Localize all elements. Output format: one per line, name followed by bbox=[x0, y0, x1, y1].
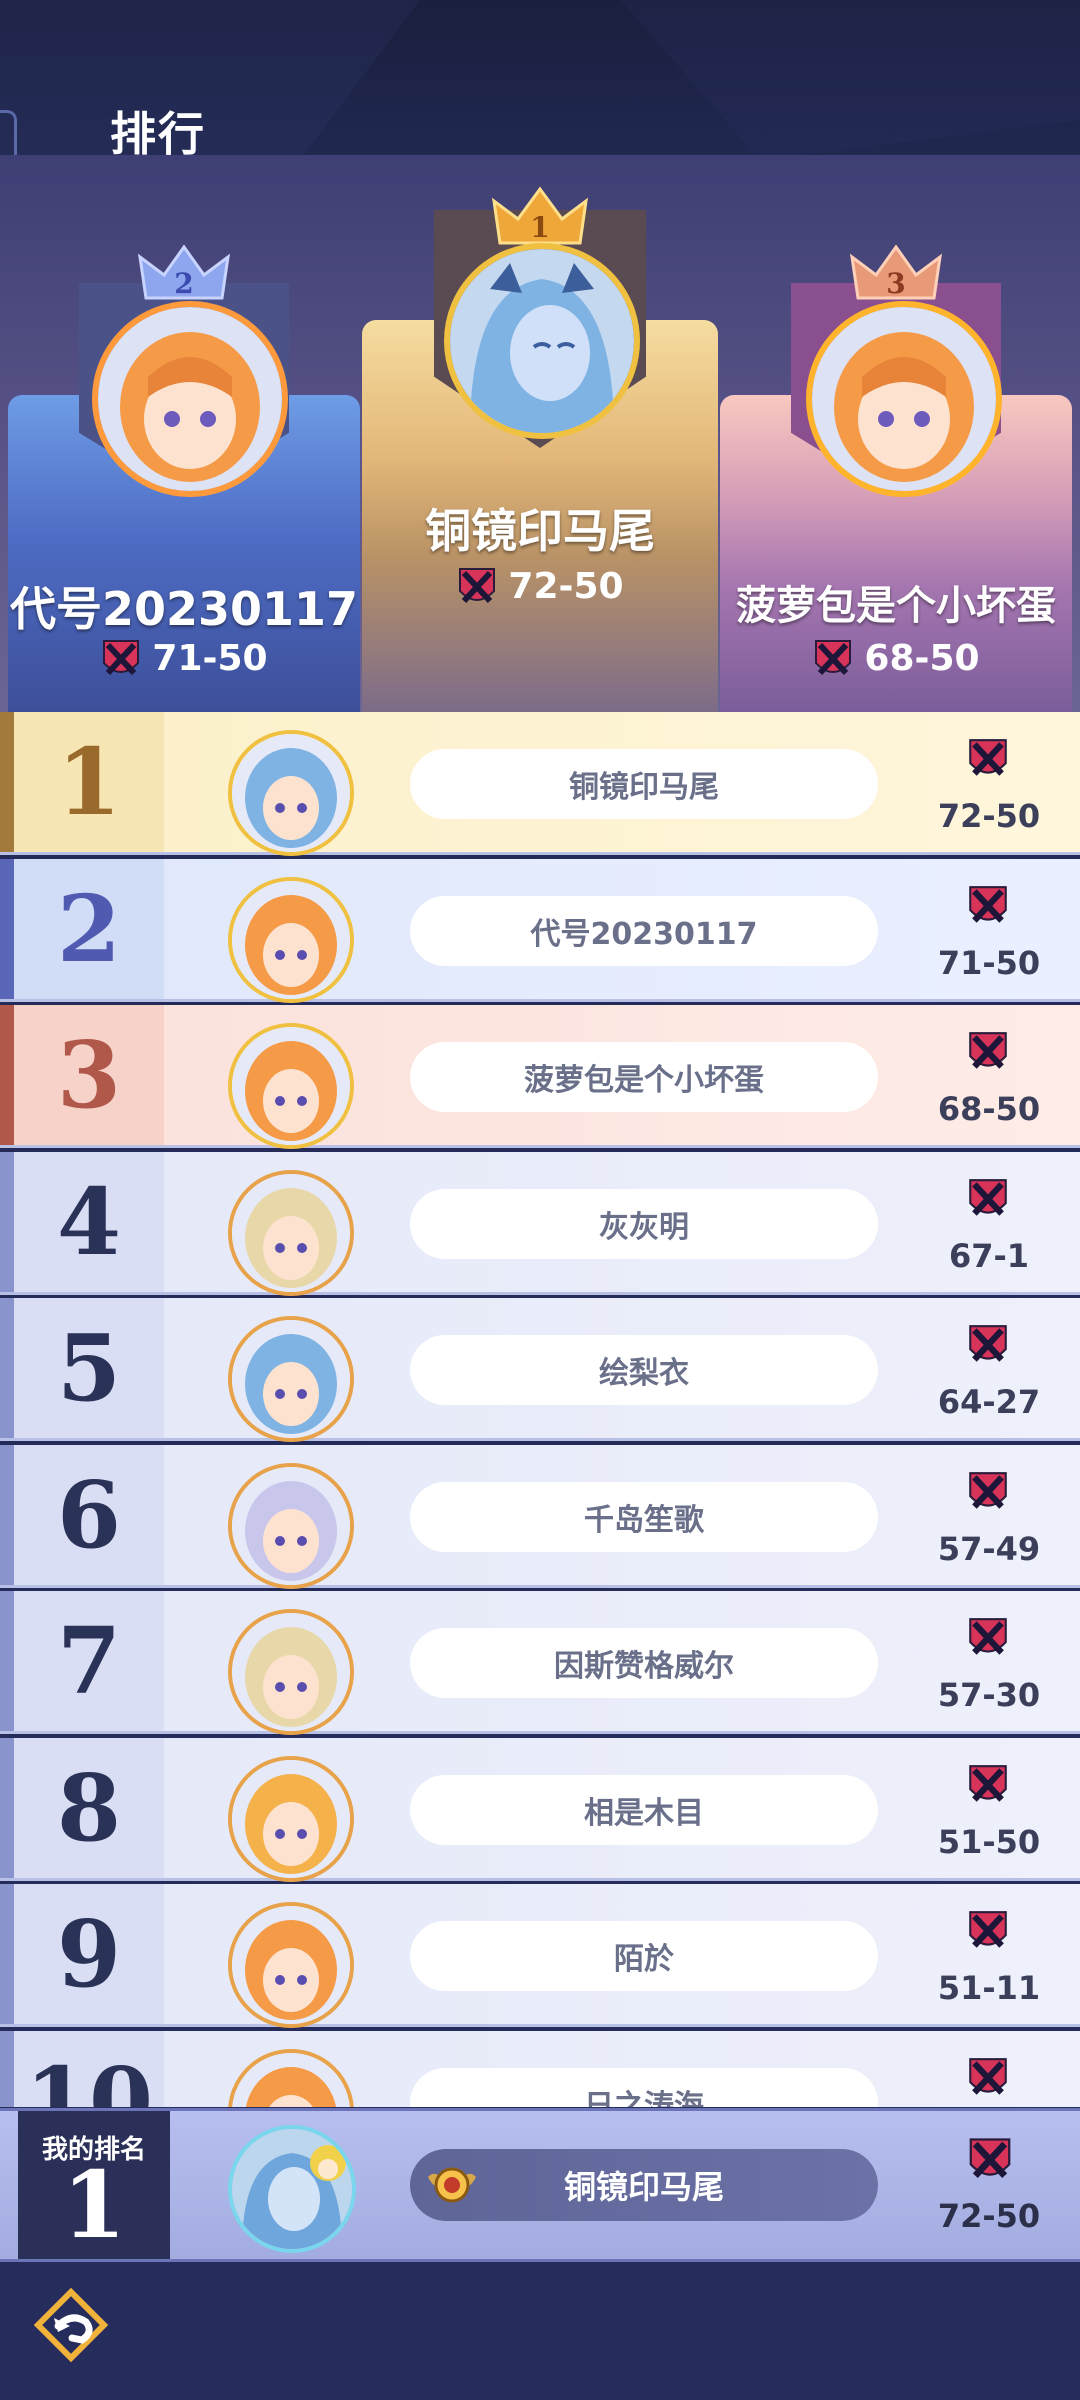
rank-number: 1 bbox=[14, 712, 164, 852]
rank-2-crown-number: 2 bbox=[174, 267, 193, 300]
score-swords-icon bbox=[969, 2138, 1011, 2179]
player-avatar[interactable] bbox=[228, 1609, 354, 1735]
rank-number: 2 bbox=[14, 858, 164, 999]
rank-strip bbox=[0, 1151, 14, 1292]
rank-strip bbox=[0, 1737, 14, 1878]
podium-first-name: 铜镜印马尾 bbox=[425, 504, 655, 558]
score-swords-icon bbox=[969, 1618, 1007, 1655]
podium-first-score: 72-50 bbox=[362, 565, 718, 611]
player-name: 菠萝包是个小坏蛋 bbox=[410, 1042, 878, 1112]
score-swords-icon bbox=[969, 2057, 1007, 2095]
rank-2-crown-icon: 2 bbox=[137, 244, 231, 300]
player-avatar[interactable] bbox=[228, 2048, 354, 2107]
player-avatar[interactable] bbox=[228, 1316, 354, 1442]
player-name: 灰灰明 bbox=[410, 1188, 878, 1259]
player-name: 陌於 bbox=[410, 1921, 878, 1991]
player-avatar[interactable] bbox=[228, 1755, 354, 1882]
podium-second-avatar[interactable] bbox=[92, 301, 288, 497]
my-rank-bar[interactable]: 我的排名 1 铜镜印马尾 72-50 bbox=[0, 2108, 1080, 2262]
table-row[interactable]: 3 菠萝包是个小坏蛋 68-50 bbox=[0, 1005, 1080, 1149]
player-avatar[interactable] bbox=[228, 1462, 354, 1589]
table-row[interactable]: 10 日之涛海 bbox=[0, 2030, 1080, 2107]
winged-medal-icon bbox=[428, 2167, 476, 2203]
rank-strip bbox=[0, 712, 14, 852]
score-swords-icon bbox=[969, 1178, 1007, 1216]
player-score: 72-50 bbox=[937, 797, 1041, 835]
rank-number: 3 bbox=[14, 1005, 164, 1145]
rank-number: 6 bbox=[14, 1444, 164, 1585]
my-name-pill: 铜镜印马尾 bbox=[410, 2149, 878, 2221]
score-swords-icon bbox=[969, 1325, 1007, 1362]
player-score: 51-50 bbox=[937, 1822, 1041, 1861]
podium-panel: 2 代号20230117 71-50 1 铜镜印马尾 72-50 3 菠萝包是个… bbox=[0, 155, 1080, 715]
score-swords-icon bbox=[815, 640, 852, 676]
rank-number: 9 bbox=[14, 1884, 164, 2024]
rank-1-crown-number: 1 bbox=[530, 211, 549, 244]
rank-number: 8 bbox=[14, 1737, 164, 1878]
podium-third-avatar[interactable] bbox=[806, 301, 1002, 497]
score-swords-icon bbox=[969, 739, 1007, 776]
podium-third-score: 68-50 bbox=[720, 637, 1072, 683]
table-row[interactable]: 1 铜镜印马尾 72-50 bbox=[0, 712, 1080, 856]
player-name: 相是木目 bbox=[410, 1774, 878, 1845]
player-name: 千岛笙歌 bbox=[410, 1481, 878, 1552]
table-row[interactable]: 6 千岛笙歌 57-49 bbox=[0, 1444, 1080, 1589]
score-swords-icon bbox=[103, 640, 140, 676]
my-score: 72-50 bbox=[937, 2197, 1041, 2235]
player-name: 绘梨衣 bbox=[410, 1335, 878, 1405]
player-score: 68-50 bbox=[937, 1090, 1041, 1128]
rank-strip bbox=[0, 1591, 14, 1731]
my-rank-number: 1 bbox=[61, 2151, 126, 2259]
my-name: 铜镜印马尾 bbox=[563, 2168, 724, 2206]
score-swords-icon bbox=[969, 1471, 1007, 1509]
player-name: 代号20230117 bbox=[410, 895, 878, 966]
my-avatar[interactable] bbox=[228, 2125, 356, 2253]
table-row[interactable]: 7 因斯赞格威尔 57-30 bbox=[0, 1591, 1080, 1735]
rank-strip bbox=[0, 2030, 14, 2107]
rank-strip bbox=[0, 1444, 14, 1585]
rank-strip bbox=[0, 1298, 14, 1438]
podium-first-avatar[interactable] bbox=[444, 243, 640, 439]
podium-second-name: 代号20230117 bbox=[9, 582, 359, 636]
score-swords-icon bbox=[969, 885, 1007, 923]
player-avatar[interactable] bbox=[228, 1169, 354, 1296]
score-swords-icon bbox=[969, 1911, 1007, 1948]
rank-strip bbox=[0, 1005, 14, 1145]
rank-number: 4 bbox=[14, 1151, 164, 1292]
score-swords-icon bbox=[969, 1032, 1007, 1069]
rank-1-crown-icon: 1 bbox=[492, 186, 588, 245]
podium-third-name: 菠萝包是个小坏蛋 bbox=[736, 583, 1056, 629]
player-name: 因斯赞格威尔 bbox=[410, 1628, 878, 1698]
player-avatar[interactable] bbox=[228, 876, 354, 1003]
player-name: 日之涛海 bbox=[410, 2067, 878, 2107]
table-row[interactable]: 4 灰灰明 67-1 bbox=[0, 1151, 1080, 1296]
rank-number: 5 bbox=[14, 1298, 164, 1438]
player-score: 67-1 bbox=[948, 1236, 1030, 1275]
player-score: 64-27 bbox=[937, 1383, 1041, 1421]
rank-number: 10 bbox=[14, 2030, 164, 2107]
player-score: 57-49 bbox=[937, 1529, 1041, 1568]
table-row[interactable]: 9 陌於 51-11 bbox=[0, 1884, 1080, 2028]
podium-second-score: 71-50 bbox=[8, 637, 360, 683]
rank-number: 7 bbox=[14, 1591, 164, 1731]
player-score: 71-50 bbox=[937, 943, 1041, 982]
my-rank-box: 我的排名 1 bbox=[18, 2111, 170, 2259]
player-name: 铜镜印马尾 bbox=[410, 749, 878, 819]
player-avatar[interactable] bbox=[228, 730, 354, 856]
rank-strip bbox=[0, 858, 14, 999]
rank-3-crown-number: 3 bbox=[886, 267, 905, 300]
player-score: 57-30 bbox=[937, 1676, 1041, 1714]
table-row[interactable]: 2 代号20230117 71-50 bbox=[0, 858, 1080, 1003]
player-score: 51-11 bbox=[937, 1969, 1041, 2007]
player-avatar[interactable] bbox=[228, 1902, 354, 2028]
ranking-list[interactable]: 1 铜镜印马尾 72-50 2 代号20230117 71-50 3 菠萝包是个小坏蛋 68-5… bbox=[0, 712, 1080, 2107]
score-swords-icon bbox=[459, 568, 496, 604]
rank-strip bbox=[0, 1884, 14, 2024]
score-swords-icon bbox=[969, 1764, 1007, 1802]
return-arrow-icon[interactable] bbox=[28, 2282, 114, 2368]
player-avatar[interactable] bbox=[228, 1023, 354, 1149]
table-row[interactable]: 8 相是木目 51-50 bbox=[0, 1737, 1080, 1882]
table-row[interactable]: 5 绘梨衣 64-27 bbox=[0, 1298, 1080, 1442]
rank-3-crown-icon: 3 bbox=[849, 244, 943, 300]
